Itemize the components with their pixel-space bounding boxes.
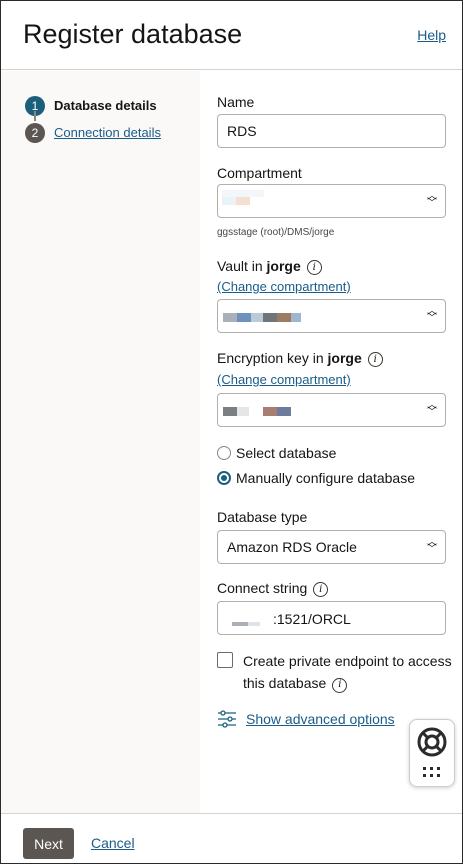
- redacted-value: [222, 190, 264, 197]
- connect-string-label: Connect string i: [217, 580, 329, 597]
- private-endpoint-label: Create private endpoint to access this d…: [243, 650, 462, 694]
- info-icon[interactable]: i: [367, 352, 383, 367]
- radio-button[interactable]: [217, 446, 231, 460]
- encryption-key-label-compartment: jorge: [327, 350, 362, 366]
- connect-string-input[interactable]: :1521/ORCL: [217, 601, 446, 635]
- redacted-value: [291, 313, 301, 322]
- vault-label: Vault in jorge i: [217, 258, 322, 275]
- show-advanced-options-link[interactable]: Show advanced options: [246, 711, 395, 727]
- redacted-value: [236, 197, 250, 205]
- panel-footer: Next Cancel: [1, 813, 462, 863]
- grid-icon: [423, 767, 440, 777]
- vault-label-prefix: Vault in: [217, 258, 267, 274]
- redacted-value: [232, 622, 248, 626]
- vault-change-compartment-link[interactable]: (Change compartment): [217, 279, 351, 294]
- redacted-value: [251, 313, 263, 322]
- info-icon[interactable]: i: [313, 582, 329, 597]
- redacted-value: [263, 313, 277, 322]
- encryption-key-label: Encryption key in jorge i: [217, 350, 383, 367]
- next-button[interactable]: Next: [23, 828, 74, 859]
- radio-button[interactable]: [217, 471, 231, 485]
- name-input-value: RDS: [227, 123, 257, 139]
- redacted-value: [223, 313, 237, 322]
- register-database-panel: Register database Help 1 Database detail…: [0, 0, 463, 864]
- redacted-value: [223, 407, 237, 416]
- sliders-icon: [218, 710, 236, 728]
- help-link[interactable]: Help: [417, 27, 446, 43]
- database-type-label: Database type: [217, 509, 308, 525]
- redacted-value: [237, 313, 251, 322]
- chevron-up-down-icon: ︿ ﹀: [427, 306, 437, 324]
- compartment-label: Compartment: [217, 165, 302, 181]
- private-endpoint-label-text: Create private endpoint to access this d…: [243, 653, 452, 691]
- connect-string-value: :1521/ORCL: [273, 611, 351, 627]
- name-label: Name: [217, 94, 255, 110]
- radio-manually-configure-database[interactable]: Manually configure database: [217, 470, 415, 486]
- radio-label: Manually configure database: [236, 470, 416, 486]
- encryption-key-label-prefix: Encryption key in: [217, 350, 328, 366]
- redacted-value: [277, 407, 291, 416]
- redacted-value: [237, 407, 249, 416]
- connect-string-label-text: Connect string: [217, 580, 308, 596]
- step-number-2: 2: [25, 122, 45, 143]
- show-advanced-options[interactable]: Show advanced options: [217, 710, 395, 728]
- page-title: Register database: [23, 19, 243, 49]
- radio-select-database[interactable]: Select database: [217, 445, 336, 461]
- redacted-value: [263, 407, 277, 416]
- private-endpoint-checkbox[interactable]: [217, 652, 233, 668]
- redacted-value: [222, 197, 236, 205]
- panel-header: Register database Help: [1, 1, 462, 70]
- info-icon[interactable]: i: [332, 677, 348, 693]
- vault-label-compartment: jorge: [266, 258, 301, 274]
- cancel-link[interactable]: Cancel: [91, 835, 135, 851]
- step-label-connection-details[interactable]: Connection details: [54, 125, 161, 140]
- info-icon[interactable]: i: [306, 260, 322, 275]
- compartment-path-hint: ggsstage (root)/DMS/jorge: [217, 227, 335, 238]
- chevron-up-down-icon: ︿ ﹀: [427, 400, 437, 418]
- radio-label: Select database: [236, 445, 337, 461]
- database-type-value: Amazon RDS Oracle: [227, 539, 357, 555]
- steps-sidebar: [1, 71, 200, 813]
- redacted-value: [248, 622, 260, 626]
- database-type-select[interactable]: Amazon RDS Oracle ︿ ﹀: [217, 530, 446, 564]
- encryption-key-change-compartment-link[interactable]: (Change compartment): [217, 372, 351, 387]
- floating-help-widget[interactable]: [409, 719, 455, 787]
- redacted-value: [277, 313, 291, 322]
- chevron-up-down-icon: ︿ ﹀: [427, 191, 437, 209]
- compartment-select[interactable]: ︿ ﹀: [217, 184, 446, 218]
- encryption-key-select[interactable]: ︿ ﹀: [217, 393, 446, 427]
- step-database-details: 1 Database details: [25, 92, 161, 121]
- name-input[interactable]: RDS: [217, 114, 446, 148]
- step-list: 1 Database details 2 Connection details: [25, 92, 161, 146]
- step-connection-details[interactable]: 2 Connection details: [25, 119, 161, 146]
- lifebuoy-icon[interactable]: [410, 720, 454, 786]
- vault-select[interactable]: ︿ ﹀: [217, 299, 446, 333]
- chevron-up-down-icon: ︿ ﹀: [427, 537, 437, 555]
- step-label-database-details: Database details: [54, 98, 157, 113]
